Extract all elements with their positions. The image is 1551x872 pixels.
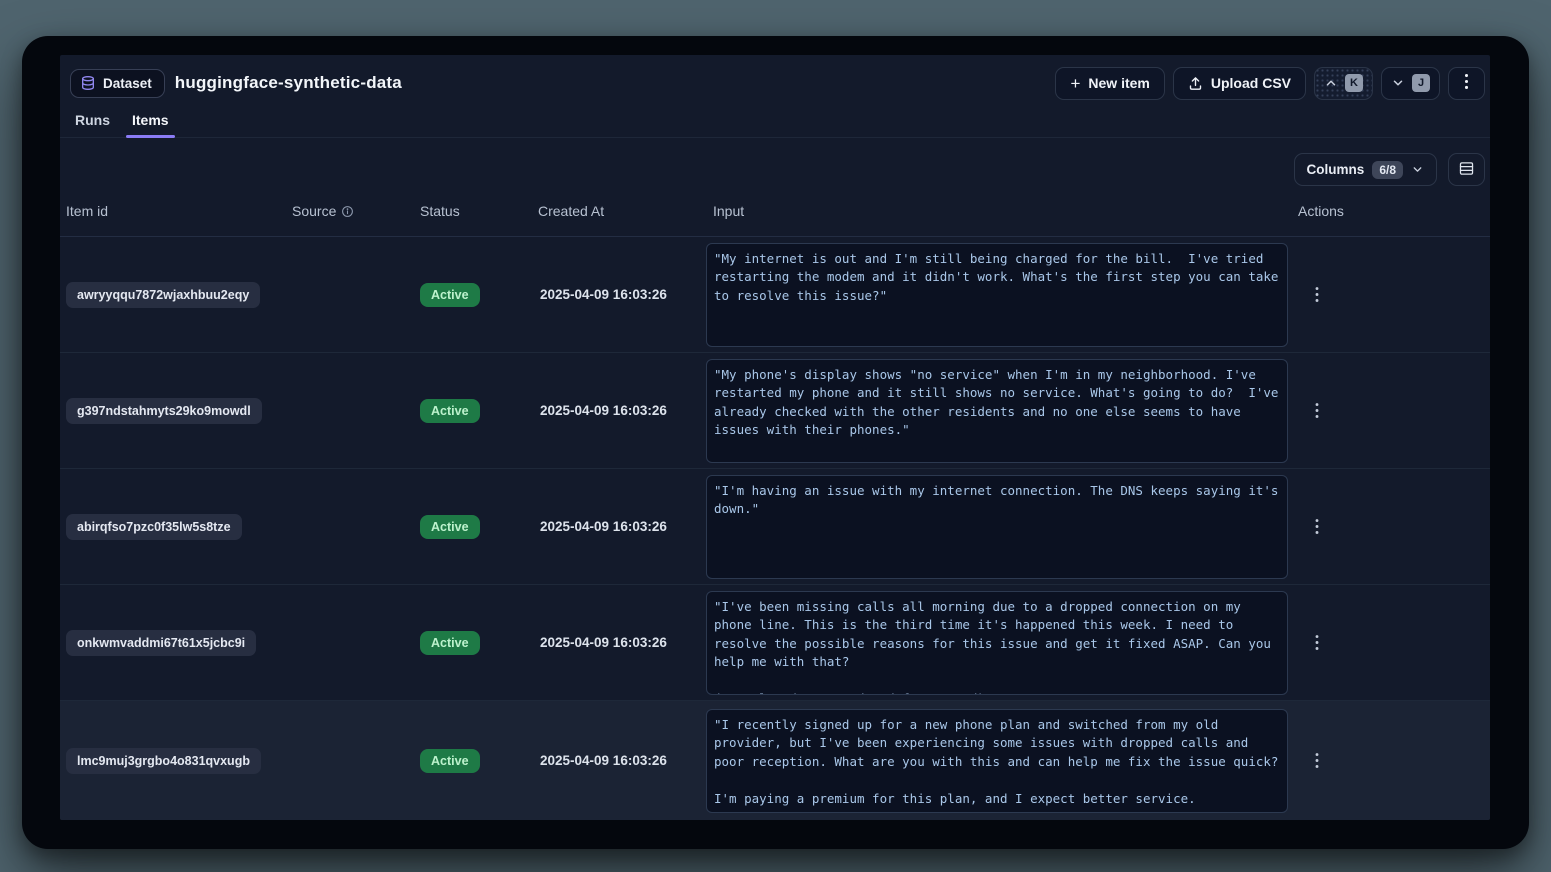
columns-label: Columns (1307, 162, 1365, 177)
row-actions-button[interactable] (1302, 396, 1332, 426)
tab-bar: Runs Items (60, 104, 1490, 138)
row-actions-button[interactable] (1302, 512, 1332, 542)
upload-icon (1188, 76, 1203, 91)
created-at: 2025-04-09 16:03:26 (538, 635, 706, 650)
shortcut-key-k: K (1345, 74, 1363, 92)
chevron-up-icon (1324, 76, 1338, 90)
table-body: awryyqqu7872wjaxhbuu2eqy Active 2025-04-… (60, 237, 1490, 820)
new-item-button[interactable]: + New item (1055, 67, 1164, 100)
plus-icon: + (1070, 75, 1080, 92)
column-header-item-id[interactable]: Item id (66, 203, 292, 219)
row-actions-button[interactable] (1302, 280, 1332, 310)
columns-dropdown-button[interactable]: Columns 6/8 (1294, 153, 1437, 186)
new-item-label: New item (1088, 75, 1149, 91)
column-header-status[interactable]: Status (420, 203, 538, 219)
table-row[interactable]: lmc9muj3grgbo4o831qvxugb Active 2025-04-… (60, 701, 1490, 820)
database-icon (80, 75, 96, 91)
kebab-menu-icon (1459, 73, 1474, 93)
column-header-input[interactable]: Input (706, 203, 1288, 219)
input-preview[interactable]: "I've been missing calls all morning due… (706, 591, 1288, 695)
input-preview[interactable]: "I recently signed up for a new phone pl… (706, 709, 1288, 813)
table-row[interactable]: onkwmvaddmi67t61x5jcbc9i Active 2025-04-… (60, 585, 1490, 701)
column-header-actions: Actions (1288, 203, 1490, 219)
info-icon (341, 205, 354, 218)
created-at: 2025-04-09 16:03:26 (538, 403, 706, 418)
next-item-button[interactable]: J (1381, 67, 1440, 100)
status-badge: Active (420, 399, 480, 423)
table-row[interactable]: abirqfso7pzc0f35lw5s8tze Active 2025-04-… (60, 469, 1490, 585)
previous-item-button[interactable]: K (1314, 67, 1373, 100)
upload-csv-label: Upload CSV (1211, 75, 1291, 91)
row-actions-button[interactable] (1302, 746, 1332, 776)
status-badge: Active (420, 631, 480, 655)
item-id-badge[interactable]: awryyqqu7872wjaxhbuu2eqy (66, 282, 260, 308)
row-height-icon (1458, 160, 1475, 180)
input-preview[interactable]: "I'm having an issue with my internet co… (706, 475, 1288, 579)
column-header-created-at[interactable]: Created At (538, 203, 706, 219)
dataset-entity-badge: Dataset (70, 69, 165, 98)
table-row[interactable]: g397ndstahmyts29ko9mowdl Active 2025-04-… (60, 353, 1490, 469)
status-badge: Active (420, 749, 480, 773)
page-title: huggingface-synthetic-data (175, 73, 402, 93)
created-at: 2025-04-09 16:03:26 (538, 519, 706, 534)
shortcut-key-j: J (1412, 74, 1430, 92)
tab-runs[interactable]: Runs (72, 104, 113, 137)
created-at: 2025-04-09 16:03:26 (538, 753, 706, 768)
columns-count-badge: 6/8 (1372, 161, 1403, 179)
item-id-badge[interactable]: lmc9muj3grgbo4o831qvxugb (66, 748, 261, 774)
status-badge: Active (420, 283, 480, 307)
page-header: Dataset huggingface-synthetic-data + New… (60, 55, 1490, 100)
created-at: 2025-04-09 16:03:26 (538, 287, 706, 302)
header-more-actions-button[interactable] (1448, 67, 1485, 100)
source-header-label: Source (292, 203, 336, 219)
upload-csv-button[interactable]: Upload CSV (1173, 67, 1306, 100)
row-actions-button[interactable] (1302, 628, 1332, 658)
tab-items[interactable]: Items (129, 104, 172, 137)
row-height-button[interactable] (1448, 153, 1485, 186)
dataset-badge-label: Dataset (103, 76, 152, 91)
input-preview[interactable]: "My internet is out and I'm still being … (706, 243, 1288, 347)
table-header-row: Item id Source Status Created At Input A… (60, 186, 1490, 237)
item-id-badge[interactable]: onkwmvaddmi67t61x5jcbc9i (66, 630, 256, 656)
chevron-down-icon (1391, 76, 1405, 90)
chevron-down-icon (1411, 163, 1424, 176)
app-window: Dataset huggingface-synthetic-data + New… (22, 36, 1529, 849)
table-toolbar: Columns 6/8 (60, 138, 1490, 186)
item-id-badge[interactable]: g397ndstahmyts29ko9mowdl (66, 398, 262, 424)
table-row[interactable]: awryyqqu7872wjaxhbuu2eqy Active 2025-04-… (60, 237, 1490, 353)
item-id-badge[interactable]: abirqfso7pzc0f35lw5s8tze (66, 514, 242, 540)
column-header-source[interactable]: Source (292, 203, 420, 219)
status-badge: Active (420, 515, 480, 539)
dataset-panel: Dataset huggingface-synthetic-data + New… (60, 55, 1490, 820)
input-preview[interactable]: "My phone's display shows "no service" w… (706, 359, 1288, 463)
